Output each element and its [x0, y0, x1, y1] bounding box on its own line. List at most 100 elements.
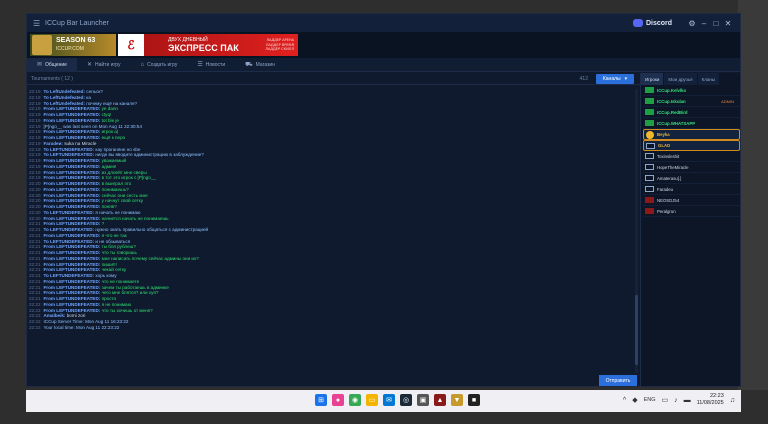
message-sender[interactable]: From LEFTUNDEFEATED: [44, 170, 101, 175]
message-sender[interactable]: From LEFTUNDEFEATED: [44, 244, 101, 249]
notification-bell-icon[interactable]: ♫ [730, 397, 735, 404]
folder-icon[interactable]: ▭ [366, 394, 378, 406]
message-sender[interactable]: From LEFTUNDEFEATED: [44, 233, 101, 238]
message-timestamp: 22:19 [29, 146, 41, 152]
tab-clans[interactable]: Кланы [697, 73, 720, 85]
message-sender[interactable]: From LEFTUNDEFEATED: [44, 302, 101, 307]
mail-icon[interactable]: ✉ [383, 394, 395, 406]
user-list-item[interactable]: Toxinsleshit [643, 151, 740, 162]
message-sender[interactable]: From LEFTUNDEFEATED: [44, 204, 101, 209]
user-list-item[interactable]: Faradeu [643, 184, 740, 195]
game-icon[interactable]: ▲ [434, 394, 446, 406]
message-sender[interactable]: From LEFTUNDEFEATED: [44, 135, 101, 140]
message-sender[interactable]: From LEFTUNDEFEATED: [44, 267, 101, 272]
user-list-item[interactable]: ICCup.Kelvlko [643, 85, 740, 96]
message-sender[interactable]: From LEFTUNDEFEATED: [44, 285, 101, 290]
language-indicator[interactable]: ENG [644, 397, 656, 403]
message-sender[interactable]: From LEFTUNDEFEATED: [44, 112, 101, 117]
message-sender[interactable]: From LEFTUNDEFEATED: [44, 193, 101, 198]
message-sender[interactable]: From LEFTUNDEFEATED: [44, 308, 101, 313]
clock[interactable]: 22:23 11/08/2025 [697, 393, 724, 407]
network-icon[interactable]: ▭ [662, 396, 669, 404]
message-sender[interactable]: From LEFTUNDEFEATED: [44, 296, 101, 301]
message-sender[interactable]: To LeftUndefeated: [44, 89, 86, 94]
season-banner[interactable]: SEASON 63 ICCUP.COM [30, 34, 116, 56]
user-list-item[interactable]: Beyka [643, 129, 740, 140]
user-list-item[interactable]: NEOSDJ54 [643, 195, 740, 206]
message-sender[interactable]: From LEFTUNDEFEATED: [44, 129, 101, 134]
message-sender[interactable]: From LEFTUNDEFEATED: [44, 175, 101, 180]
discord-button[interactable]: Discord [632, 19, 672, 27]
tray-chevron-icon[interactable]: ^ [623, 397, 626, 404]
tab-shop[interactable]: ⛟ Магазин [235, 58, 285, 72]
settings-gear-icon[interactable]: ⚙ [686, 19, 698, 28]
user-list-item[interactable]: ICCup.RedBird [643, 107, 740, 118]
message-sender[interactable]: From LEFTUNDEFEATED: [44, 216, 101, 221]
user-list-item[interactable]: ICCup.Iskulan ADMIN [643, 96, 740, 107]
message-sender[interactable]: From LEFTUNDEFEATED: [44, 279, 101, 284]
chevron-down-icon: ▾ [624, 75, 628, 82]
maximize-icon[interactable]: □ [710, 19, 722, 28]
minimize-icon[interactable]: – [698, 19, 710, 28]
scrollbar-thumb[interactable] [635, 295, 638, 365]
message-timestamp: 22:20 [29, 186, 41, 192]
tab-label: Магазин [255, 61, 275, 68]
message-sender[interactable]: From LEFTUNDEFEATED: [44, 198, 101, 203]
tab-chat[interactable]: ✉ Общение [27, 57, 77, 72]
chat-log[interactable]: 22:19 To LeftUndefeated: сельск? 22:19 To L… [29, 89, 633, 373]
message-sender[interactable]: To LeftUndefeated: [44, 95, 86, 100]
express-right-3: ЛАДДЕР СКИЛЛ [265, 47, 294, 51]
user-name: Toxinsleshit [657, 153, 680, 159]
app-icon[interactable]: ● [332, 394, 344, 406]
user-list-item[interactable]: HopeTheMiracle [643, 162, 740, 173]
message-sender[interactable]: To LEFTUNDEFEATED: [44, 239, 95, 244]
message-sender[interactable]: To LEFTUNDEFEATED: [44, 147, 95, 152]
iccup-icon[interactable]: ▼ [451, 394, 463, 406]
message-sender[interactable]: From LEFTUNDEFEATED: [44, 164, 101, 169]
tab-players[interactable]: Игроки [641, 73, 664, 85]
user-list-item[interactable]: Peralgrun [643, 206, 740, 217]
close-icon[interactable]: ✕ [722, 19, 734, 28]
message-timestamp: 22:21 [29, 284, 41, 290]
tab-friends[interactable]: Мои друзья [664, 73, 697, 85]
tab-create-game[interactable]: ⌂ Создать игру [131, 58, 188, 72]
user-list-item[interactable]: GLAD [643, 140, 740, 151]
message-timestamp: 22:19 [29, 163, 41, 169]
message-sender[interactable]: From LEFTUNDEFEATED: [44, 118, 101, 123]
message-sender[interactable]: From LEFTUNDEFEATED: [44, 187, 101, 192]
user-list-item[interactable]: ICCup.WHATSAPP [643, 118, 740, 129]
tab-news[interactable]: ☰ Новости [187, 58, 235, 72]
message-sender[interactable]: From LEFTUNDEFEATED: [44, 221, 101, 226]
hamburger-menu-icon[interactable]: ☰ [33, 19, 41, 28]
message-sender[interactable]: To LEFTUNDEFEATED: [44, 210, 95, 215]
windows-start-icon[interactable]: ⊞ [315, 394, 327, 406]
message-sender[interactable]: Faradеи: [44, 141, 63, 146]
message-sender[interactable]: To LEFTUNDEFEATED: [44, 273, 95, 278]
battery-icon[interactable]: ▬ [684, 397, 691, 404]
volume-icon[interactable]: ♪ [674, 397, 678, 404]
send-button[interactable]: Отправить [599, 375, 637, 386]
message-sender[interactable]: To LEFTUNDEFEATED: [44, 152, 95, 157]
message-sender[interactable]: From LEFTUNDEFEATED: [44, 256, 101, 261]
steam-icon[interactable]: ◎ [400, 394, 412, 406]
app-window-icon[interactable]: ▣ [417, 394, 429, 406]
message-sender[interactable]: From LEFTUNDEFEATED: [44, 250, 101, 255]
chrome-icon[interactable]: ◉ [349, 394, 361, 406]
message-sender[interactable]: To LeftUndefeated: [44, 101, 86, 106]
channels-dropdown[interactable]: Каналы ▾ [596, 73, 634, 84]
tab-find-game[interactable]: ✕ Найти игру [77, 58, 131, 72]
message-text: кау проганяне но sbe [95, 146, 141, 152]
message-sender[interactable]: Amalbeik: [44, 313, 66, 318]
message-sender[interactable]: From LEFTUNDEFEATED: [44, 106, 101, 111]
message-sender[interactable]: From LEFTUNDEFEATED: [44, 158, 101, 163]
launcher-taskbar-icon[interactable]: ■ [468, 394, 480, 406]
user-list-item[interactable]: Amaterasu[.] [643, 173, 740, 184]
message-sender[interactable]: From LEFTUNDEFEATED: [44, 181, 101, 186]
express-pack-banner[interactable]: ℰ ДВУХ ДНЕВНЫЙ ЭКСПРЕСС ПАК ЛАДДЕР АРЕНА… [118, 34, 298, 56]
message-sender[interactable]: From LEFTUNDEFEATED: [44, 262, 101, 267]
message-text: Your local time: Mon Aug 11 22:23:22 [43, 324, 120, 330]
message-sender[interactable]: To LEFTUNDEFEATED: [44, 227, 95, 232]
chat-scrollbar[interactable] [635, 89, 638, 373]
tray-app-icon[interactable]: ◆ [632, 396, 637, 404]
message-sender[interactable]: From LEFTUNDEFEATED: [44, 290, 101, 295]
